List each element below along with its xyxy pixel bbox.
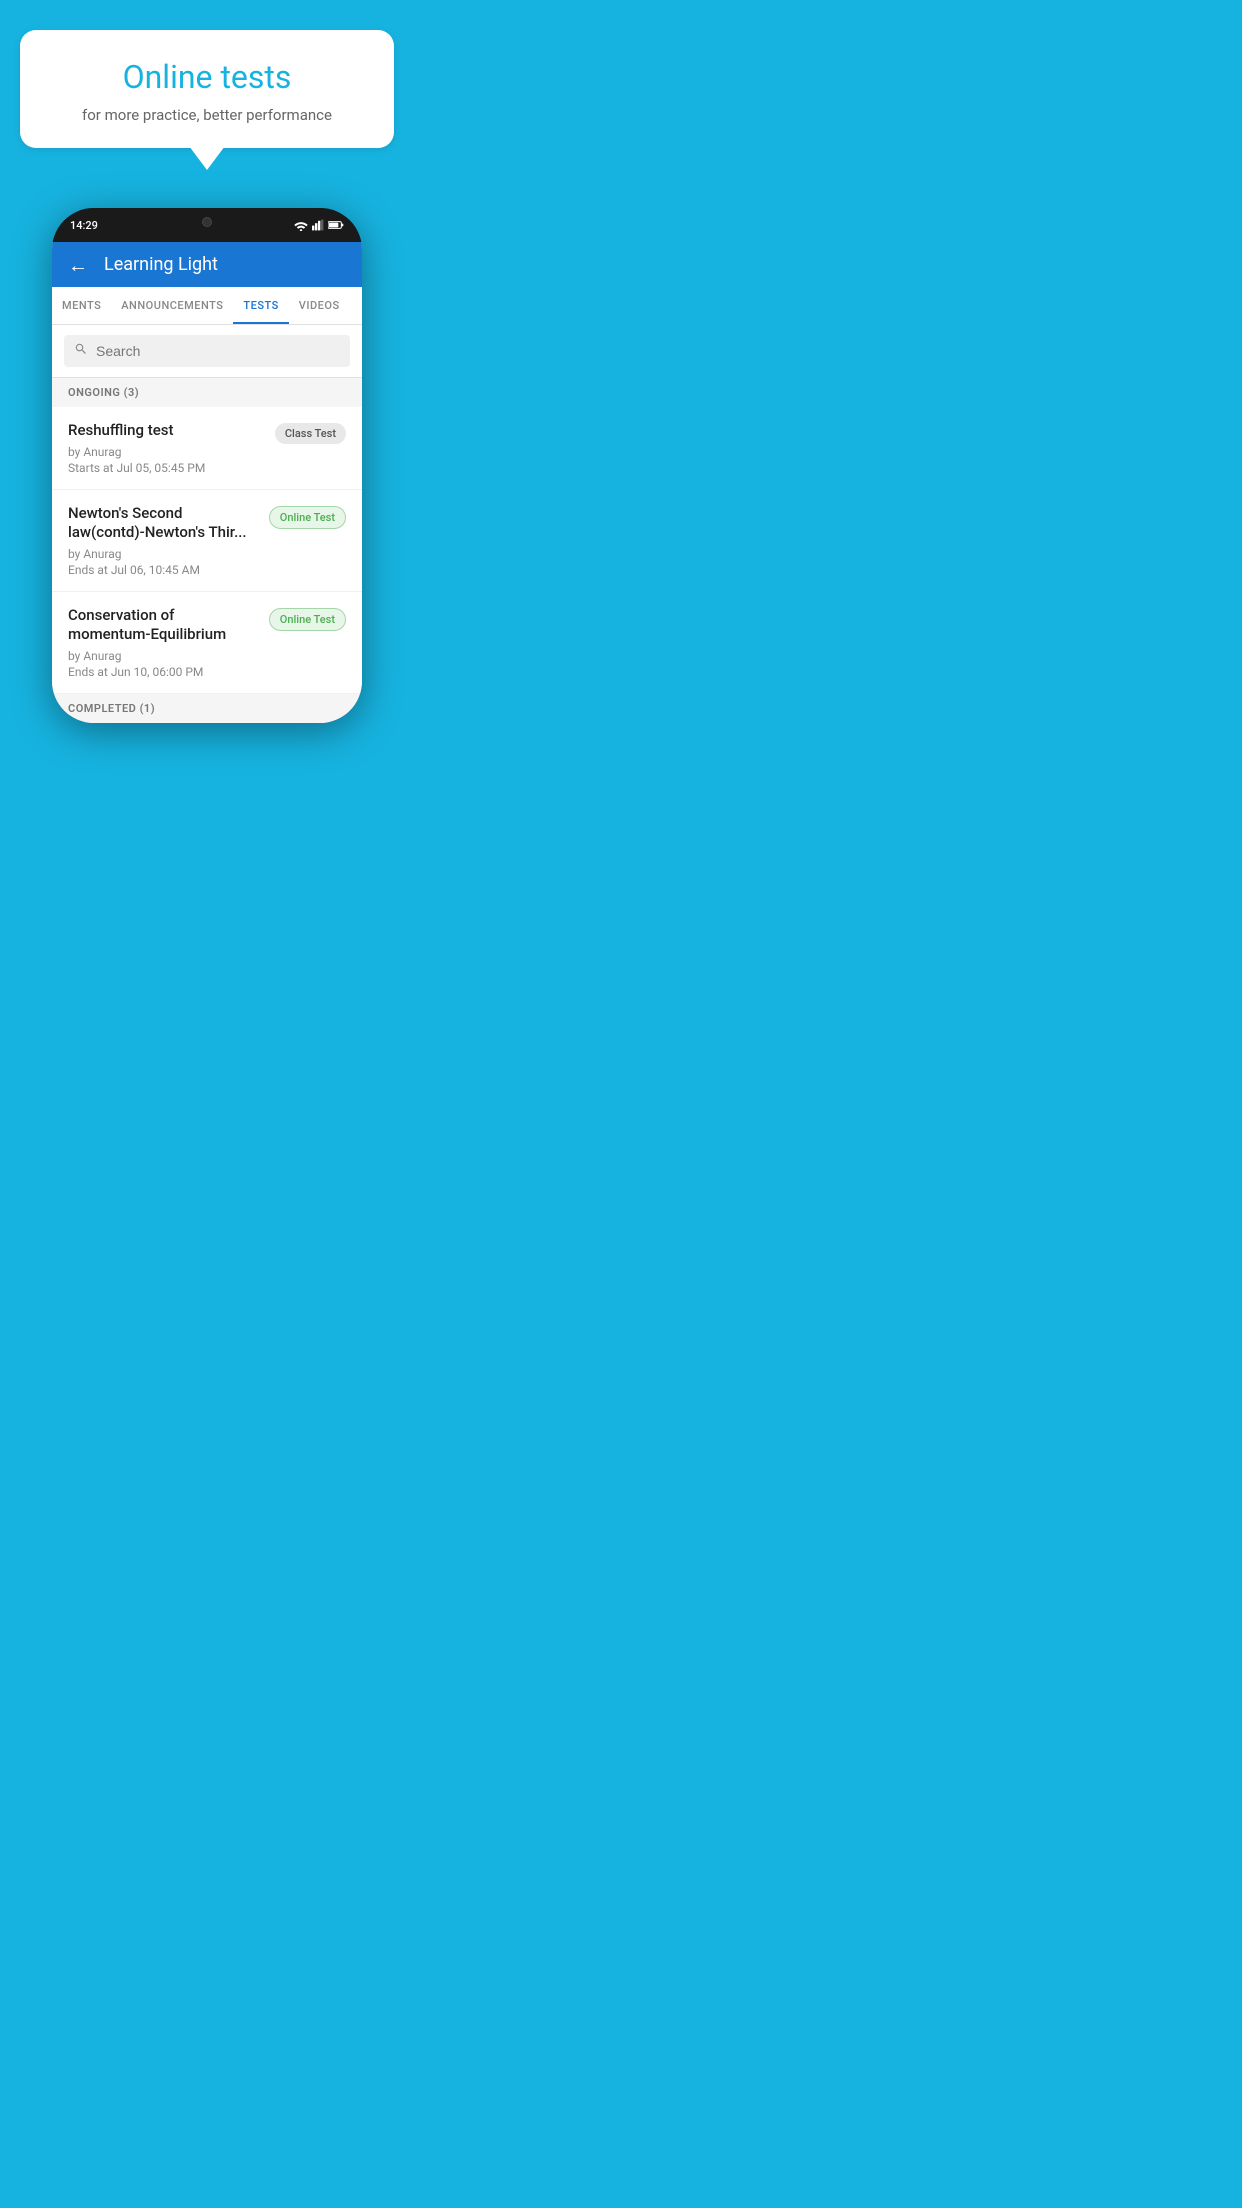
search-input-wrap[interactable]	[64, 335, 350, 367]
battery-icon	[328, 219, 344, 231]
test-by: by Anurag	[68, 547, 259, 561]
back-button[interactable]: ←	[68, 255, 88, 275]
bubble-subtitle: for more practice, better performance	[50, 106, 364, 124]
test-by: by Anurag	[68, 649, 259, 663]
tab-ments[interactable]: MENTS	[52, 287, 111, 324]
bubble-title: Online tests	[50, 58, 364, 96]
search-input[interactable]	[96, 343, 340, 359]
test-badge: Class Test	[275, 423, 346, 444]
test-name: Conservation of momentum-Equilibrium	[68, 606, 259, 645]
status-icons	[294, 219, 344, 231]
phone-notch	[167, 208, 247, 236]
test-badge: Online Test	[269, 506, 346, 529]
test-time: Ends at Jul 06, 10:45 AM	[68, 563, 259, 577]
test-time: Ends at Jun 10, 06:00 PM	[68, 665, 259, 679]
test-item[interactable]: Reshuffling test by Anurag Starts at Jul…	[52, 407, 362, 490]
phone-screen: ← Learning Light MENTS ANNOUNCEMENTS TES…	[52, 242, 362, 723]
tabs-bar: MENTS ANNOUNCEMENTS TESTS VIDEOS	[52, 287, 362, 325]
ongoing-section-header: ONGOING (3)	[52, 378, 362, 407]
test-name: Reshuffling test	[68, 421, 265, 441]
test-item[interactable]: Conservation of momentum-Equilibrium by …	[52, 592, 362, 694]
tab-videos[interactable]: VIDEOS	[289, 287, 350, 324]
test-badge: Online Test	[269, 608, 346, 631]
test-name: Newton's Second law(contd)-Newton's Thir…	[68, 504, 259, 543]
tab-announcements[interactable]: ANNOUNCEMENTS	[111, 287, 233, 324]
wifi-icon	[294, 219, 308, 231]
app-title: Learning Light	[104, 254, 218, 275]
test-info: Newton's Second law(contd)-Newton's Thir…	[68, 504, 259, 577]
promo-bubble: Online tests for more practice, better p…	[20, 30, 394, 148]
search-container	[52, 325, 362, 378]
test-time: Starts at Jul 05, 05:45 PM	[68, 461, 265, 475]
tab-tests[interactable]: TESTS	[233, 287, 288, 324]
test-info: Reshuffling test by Anurag Starts at Jul…	[68, 421, 265, 475]
completed-section-header: COMPLETED (1)	[52, 694, 362, 723]
search-icon	[74, 342, 88, 360]
status-bar: 14:29	[52, 208, 362, 242]
test-by: by Anurag	[68, 445, 265, 459]
status-time: 14:29	[70, 219, 98, 232]
phone-frame: 14:29 ←	[52, 208, 362, 723]
test-list: Reshuffling test by Anurag Starts at Jul…	[52, 407, 362, 694]
test-info: Conservation of momentum-Equilibrium by …	[68, 606, 259, 679]
test-item[interactable]: Newton's Second law(contd)-Newton's Thir…	[52, 490, 362, 592]
signal-icon	[312, 219, 324, 231]
app-header: ← Learning Light	[52, 242, 362, 287]
front-camera	[202, 217, 212, 227]
